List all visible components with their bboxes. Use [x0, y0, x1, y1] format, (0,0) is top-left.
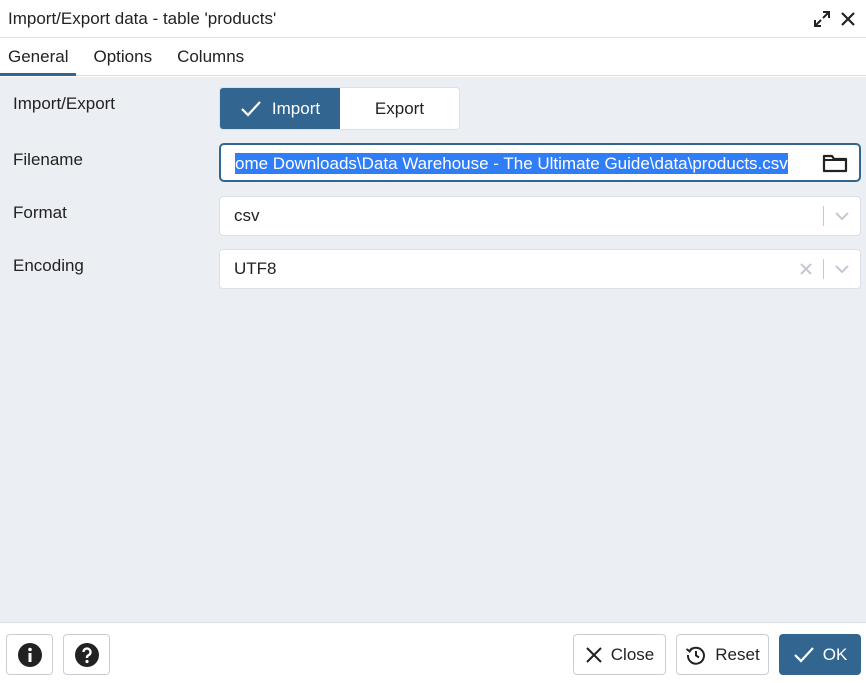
- select-separator: [823, 206, 824, 226]
- tab-options[interactable]: Options: [85, 38, 160, 75]
- export-label: Export: [374, 98, 425, 118]
- import-export-toggle: Import Export: [219, 87, 460, 130]
- import-label: Import: [271, 98, 321, 118]
- help-button[interactable]: [63, 634, 110, 675]
- tab-columns[interactable]: Columns: [169, 38, 252, 75]
- help-icon: [74, 642, 99, 667]
- clear-icon[interactable]: [799, 262, 813, 276]
- dialog-title: Import/Export data - table 'products': [8, 8, 277, 28]
- encoding-select[interactable]: UTF8: [219, 249, 861, 289]
- general-panel: Import/Export Import Export Filename ome…: [0, 77, 866, 622]
- filename-value: ome Downloads\Data Warehouse - The Ultim…: [235, 153, 788, 174]
- encoding-label: Encoding: [13, 256, 84, 275]
- tab-general[interactable]: General: [0, 38, 77, 76]
- check-icon: [241, 100, 261, 117]
- close-icon: [586, 646, 602, 663]
- export-option[interactable]: Export: [340, 88, 459, 129]
- folder-icon[interactable]: [822, 153, 848, 173]
- info-icon: [17, 642, 42, 667]
- dialog-titlebar: Import/Export data - table 'products': [0, 0, 866, 38]
- select-separator: [823, 259, 824, 279]
- ok-label: OK: [822, 644, 848, 664]
- import-export-label: Import/Export: [13, 94, 116, 113]
- reset-label: Reset: [715, 644, 760, 664]
- tab-bar: General Options Columns: [0, 38, 866, 76]
- close-button[interactable]: Close: [573, 634, 666, 675]
- dialog-footer: Close Reset OK: [0, 622, 866, 683]
- chevron-down-icon[interactable]: [833, 209, 851, 223]
- close-dialog-icon[interactable]: [838, 9, 858, 29]
- format-value: csv: [234, 206, 260, 225]
- check-icon: [793, 646, 814, 663]
- reset-icon: [686, 646, 706, 665]
- ok-button[interactable]: OK: [779, 634, 861, 675]
- format-select[interactable]: csv: [219, 196, 861, 236]
- filename-value-wrap: ome Downloads\Data Warehouse - The Ultim…: [235, 153, 788, 174]
- format-label: Format: [13, 203, 67, 222]
- filename-input[interactable]: ome Downloads\Data Warehouse - The Ultim…: [219, 143, 861, 182]
- reset-button[interactable]: Reset: [676, 634, 769, 675]
- chevron-down-icon[interactable]: [833, 262, 851, 276]
- info-button[interactable]: [6, 634, 53, 675]
- encoding-value: UTF8: [234, 259, 277, 278]
- import-option[interactable]: Import: [220, 88, 340, 129]
- close-label: Close: [610, 644, 655, 664]
- filename-label: Filename: [13, 150, 83, 169]
- expand-icon[interactable]: [812, 9, 832, 29]
